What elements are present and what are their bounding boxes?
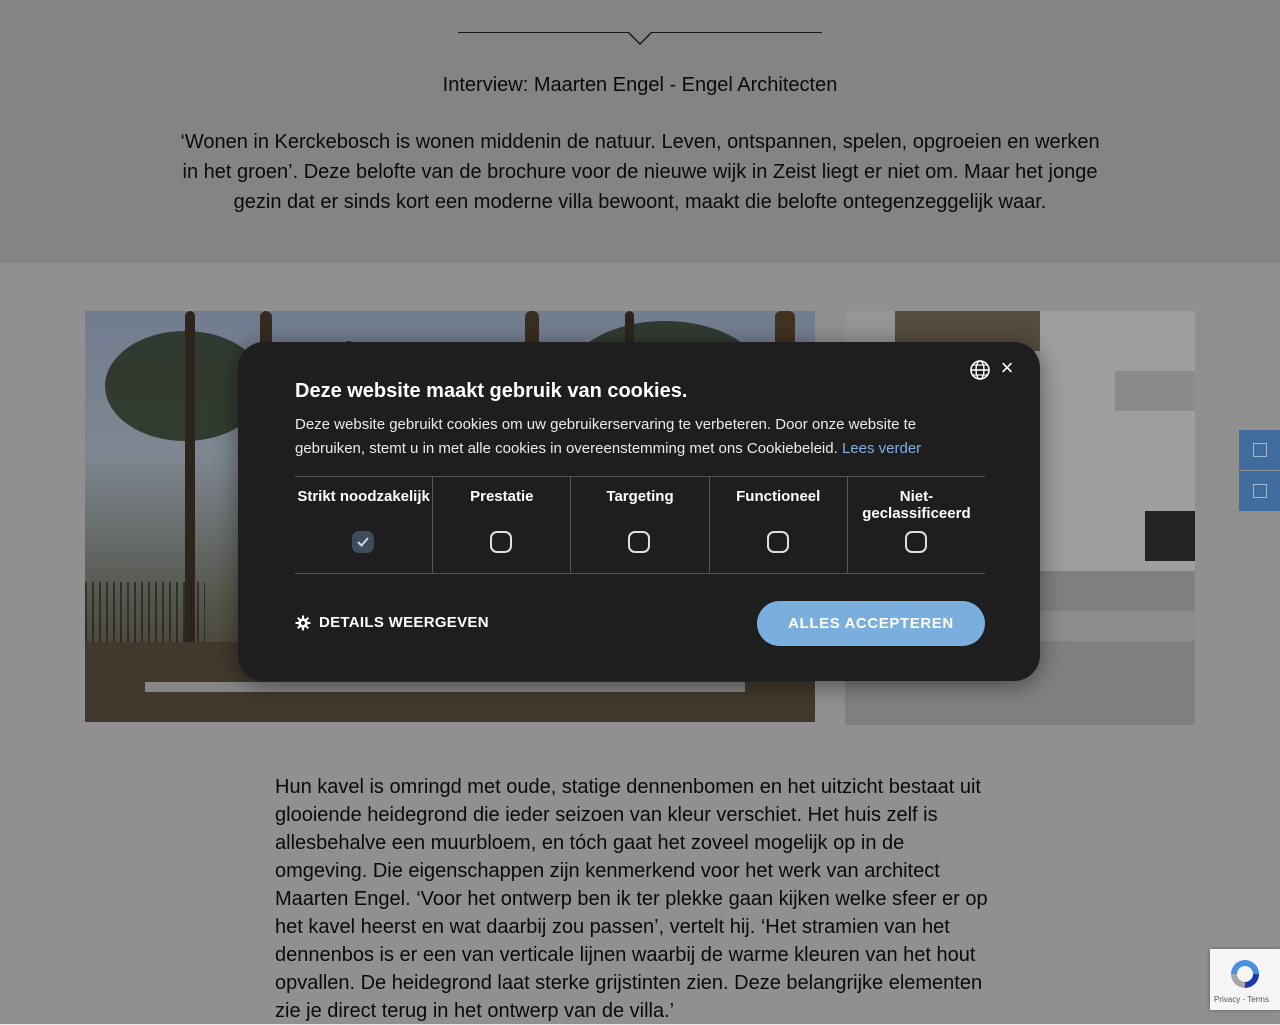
category-functional: Functioneel [710, 477, 848, 573]
side-share-button-2[interactable] [1239, 471, 1280, 511]
accept-all-button[interactable]: ALLES ACCEPTEREN [757, 601, 985, 646]
category-performance: Prestatie [433, 477, 572, 573]
recaptcha-links[interactable]: Privacy - Terms [1214, 995, 1269, 1004]
strictly-necessary-checkbox[interactable] [352, 531, 374, 553]
show-details-label: DETAILS WEERGEVEN [319, 614, 489, 631]
category-label: Prestatie [470, 488, 534, 505]
share-icon [1252, 443, 1267, 457]
recaptcha-icon [1231, 960, 1259, 988]
category-unclassified: Niet-geclassificeerd [848, 477, 985, 573]
performance-checkbox[interactable] [490, 531, 513, 553]
read-more-link[interactable]: Lees verder [842, 440, 921, 457]
cookie-title: Deze website maakt gebruik van cookies. [295, 380, 688, 402]
checkmark-icon [357, 537, 369, 547]
side-share-button-1[interactable] [1239, 430, 1280, 470]
unclassified-checkbox[interactable] [904, 531, 927, 553]
category-strictly-necessary: Strikt noodzakelijk [295, 477, 434, 573]
category-label: Functioneel [736, 488, 821, 505]
globe-icon[interactable] [969, 359, 991, 381]
cookie-consent-dialog: × Deze website maakt gebruik van cookies… [238, 342, 1040, 681]
show-details-button[interactable]: DETAILS WEERGEVEN [295, 614, 489, 631]
gear-icon [295, 615, 311, 630]
close-icon[interactable]: × [998, 357, 1016, 379]
functional-checkbox[interactable] [766, 531, 789, 553]
share-icon [1252, 484, 1267, 498]
category-label: Niet-geclassificeerd [862, 488, 971, 522]
targeting-checkbox[interactable] [628, 531, 651, 553]
cookie-description: Deze website gebruikt cookies om uw gebr… [295, 413, 955, 461]
cookie-category-table: Strikt noodzakelijk Prestatie Targeting … [295, 476, 985, 574]
recaptcha-badge[interactable]: Privacy - Terms [1210, 949, 1280, 1010]
category-label: Targeting [606, 488, 674, 505]
category-label: Strikt noodzakelijk [297, 488, 430, 505]
category-targeting: Targeting [571, 477, 710, 573]
cookie-description-text: Deze website gebruikt cookies om uw gebr… [295, 416, 917, 457]
